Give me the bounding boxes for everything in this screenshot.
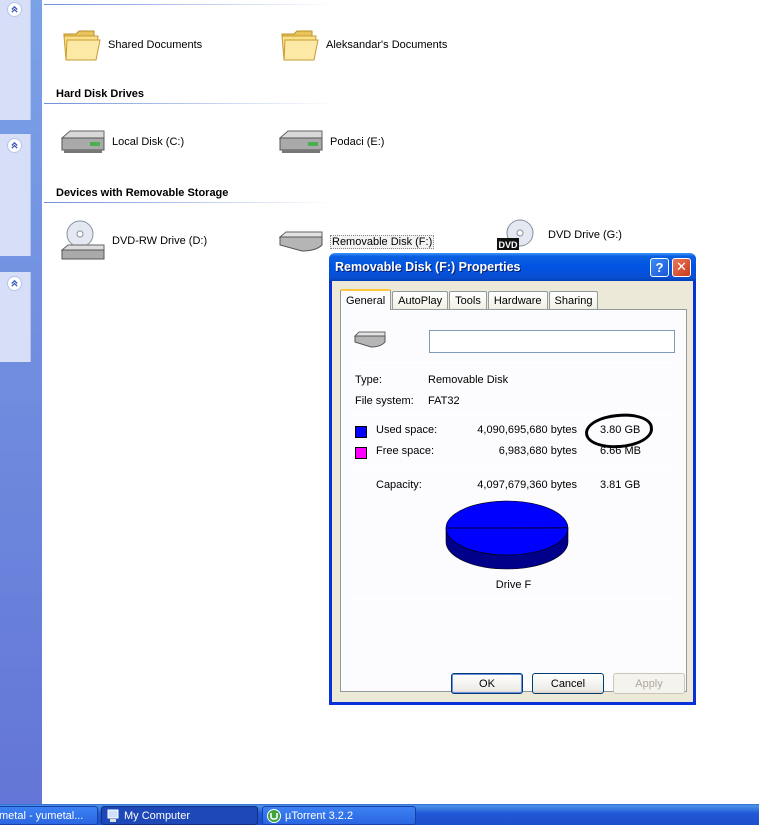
item-label: Removable Disk (F:) (330, 235, 435, 249)
removable-disk-icon (278, 231, 323, 252)
used-space-label: Used space: (376, 424, 438, 436)
hard-drive-icon (60, 130, 105, 153)
item-label: Podaci (E:) (330, 136, 385, 148)
taskbar-item-label: My Computer (124, 809, 191, 822)
tab-general[interactable]: General (340, 289, 392, 310)
item-label: Local Disk (C:) (112, 136, 185, 148)
dvd-rw-drive-d-item[interactable]: DVD-RW Drive (D:) (60, 218, 207, 264)
podaci-e-item[interactable]: Podaci (E:) (276, 128, 384, 156)
collapse-chevron-icon[interactable] (7, 138, 22, 153)
help-button[interactable]: ? (650, 257, 669, 277)
folder-icon (63, 30, 101, 61)
dialog-title: Removable Disk (F:) Properties (335, 260, 521, 274)
tab-sharing[interactable]: Sharing (548, 291, 599, 309)
separator (353, 467, 675, 468)
group-divider (44, 4, 334, 5)
task-pane (0, 0, 42, 804)
type-value: Removable Disk (428, 374, 509, 386)
capacity-size: 3.81 GB (600, 479, 641, 491)
task-pane-section (0, 272, 31, 362)
cd-drive-icon (60, 220, 105, 260)
disk-usage-pie-chart (445, 500, 569, 570)
volume-label-input[interactable] (429, 330, 675, 353)
free-space-label: Free space: (376, 445, 435, 457)
utorrent-icon (267, 808, 281, 823)
computer-icon (107, 809, 119, 822)
general-tab-panel: Type: Removable Disk File system: FAT32 … (340, 309, 687, 692)
ok-button[interactable]: OK (451, 673, 523, 694)
tab-strip: General AutoPlay Tools Hardware Sharing (340, 289, 599, 310)
group-divider (44, 103, 334, 104)
removable-disk-f-item[interactable]: Removable Disk (F:) (276, 229, 435, 255)
aleksandar-documents-item[interactable]: Aleksandar's Documents (280, 26, 447, 64)
dialog-body: General AutoPlay Tools Hardware Sharing … (332, 281, 693, 702)
tab-hardware[interactable]: Hardware (487, 291, 548, 309)
close-button[interactable]: ✕ (672, 257, 691, 277)
shared-documents-item[interactable]: Shared Documents (62, 26, 202, 64)
dvd-drive-icon: DVD (497, 219, 534, 250)
drive-label: Drive F (495, 579, 532, 591)
item-label: Shared Documents (108, 39, 203, 51)
hard-drive-icon (278, 130, 323, 153)
removable-disk-icon (353, 331, 386, 348)
free-space-color-swatch (355, 447, 367, 459)
help-icon: ? (655, 259, 664, 275)
close-icon: ✕ (676, 259, 687, 274)
hand-drawn-circle-annotation (583, 411, 655, 451)
local-disk-c-item[interactable]: Local Disk (C:) (58, 128, 184, 156)
file-system-label: File system: (355, 395, 414, 407)
taskbar-item-label: µTorrent 3.2.2 (285, 809, 354, 822)
taskbar-item-my-computer[interactable]: My Computer (101, 806, 258, 825)
properties-dialog: Removable Disk (F:) Properties ? ✕ Gener… (329, 253, 696, 705)
item-label: DVD-RW Drive (D:) (112, 235, 208, 247)
folder-icon (281, 30, 319, 61)
separator (353, 598, 675, 599)
tab-autoplay[interactable]: AutoPlay (392, 291, 449, 309)
item-label: Aleksandar's Documents (326, 39, 448, 51)
taskbar-item-utorrent[interactable]: µTorrent 3.2.2 (262, 806, 416, 825)
dvd-drive-g-item[interactable]: DVD DVD Drive (G:) (496, 218, 622, 252)
dialog-titlebar[interactable]: Removable Disk (F:) Properties ? ✕ (329, 253, 696, 281)
tab-tools[interactable]: Tools (449, 291, 487, 309)
separator (353, 362, 675, 363)
dvd-badge: DVD (498, 240, 518, 250)
collapse-chevron-icon[interactable] (7, 276, 22, 291)
taskbar-item-label: metal - yumetal... (0, 809, 84, 822)
taskbar-item-yumetal[interactable]: metal - yumetal... (0, 806, 98, 825)
group-divider (44, 202, 334, 203)
file-system-value: FAT32 (428, 395, 460, 407)
capacity-label: Capacity: (376, 479, 422, 491)
group-title-removable-storage: Devices with Removable Storage (56, 187, 229, 199)
free-space-bytes: 6,983,680 bytes (498, 445, 577, 457)
taskbar: metal - yumetal... My Computer µTorrent … (0, 804, 759, 825)
type-label: Type: (355, 374, 382, 386)
task-pane-section (0, 0, 31, 120)
capacity-bytes: 4,097,679,360 bytes (477, 479, 577, 491)
used-space-color-swatch (355, 426, 367, 438)
cancel-button[interactable]: Cancel (532, 673, 604, 694)
apply-button[interactable]: Apply (613, 673, 685, 694)
task-pane-section (0, 134, 31, 256)
item-label: DVD Drive (G:) (548, 229, 622, 241)
used-space-bytes: 4,090,695,680 bytes (477, 424, 577, 436)
group-title-hard-disk-drives: Hard Disk Drives (56, 88, 145, 100)
collapse-chevron-icon[interactable] (7, 2, 22, 17)
